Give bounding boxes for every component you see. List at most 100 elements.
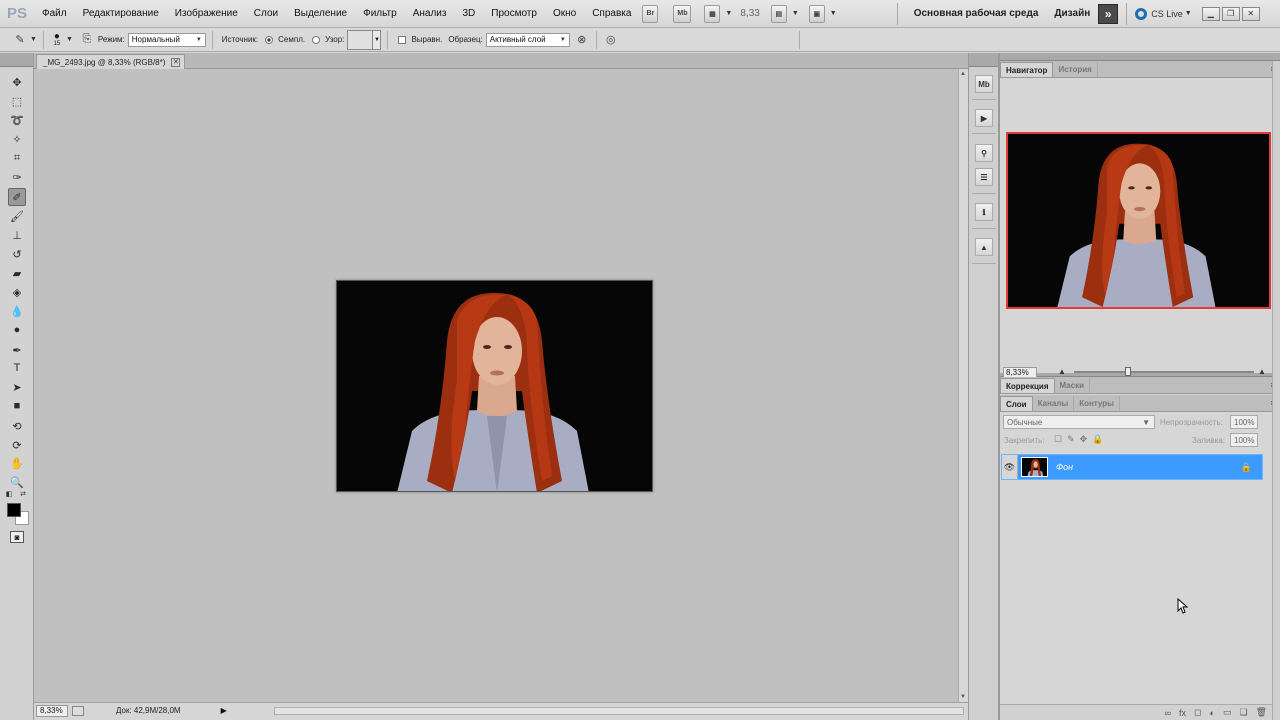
- menu-filter[interactable]: Фильтр: [355, 0, 405, 28]
- layer-style-icon[interactable]: fx: [1179, 708, 1186, 718]
- menu-help[interactable]: Справка: [584, 0, 639, 28]
- eyedropper-tool-icon[interactable]: ✑: [8, 168, 26, 186]
- close-icon[interactable]: ✕: [171, 57, 181, 67]
- pen-tool-icon[interactable]: ✒: [8, 341, 26, 359]
- foreground-color-swatch[interactable]: [7, 503, 21, 517]
- histogram-icon[interactable]: ▲: [975, 238, 993, 256]
- chevron-down-icon[interactable]: ▼: [792, 10, 799, 17]
- eraser-tool-icon[interactable]: ▰: [8, 264, 26, 282]
- dock-header[interactable]: [969, 53, 998, 67]
- path-selection-tool-icon[interactable]: ➤: [8, 378, 26, 396]
- bridge-button[interactable]: Br: [642, 4, 659, 23]
- restore-icon[interactable]: ❐: [1221, 6, 1240, 21]
- eye-icon[interactable]: 👁: [1002, 455, 1018, 479]
- quick-mask-icon[interactable]: ◙: [10, 531, 24, 543]
- screen-mode-icon[interactable]: ▣: [808, 4, 825, 23]
- healing-brush-tool-icon[interactable]: ✐: [8, 188, 26, 206]
- 3d-rotate-tool-icon[interactable]: ⟲: [8, 417, 26, 435]
- opacity-field[interactable]: 100%: [1230, 415, 1258, 429]
- sample-select[interactable]: Активный слой ▼: [485, 32, 570, 47]
- fill-field[interactable]: 100%: [1230, 433, 1258, 447]
- default-colors-icon[interactable]: ◧: [4, 489, 14, 499]
- sampled-radio[interactable]: [265, 35, 274, 44]
- marquee-tool-icon[interactable]: ⬚: [8, 92, 26, 110]
- view-extras-icon[interactable]: ▦: [704, 4, 721, 23]
- ignore-adjustment-layers-icon[interactable]: ⊗: [574, 32, 590, 48]
- layer-mask-icon[interactable]: ◻: [1194, 707, 1201, 718]
- move-tool-icon[interactable]: ✥: [8, 73, 26, 91]
- workspace-design[interactable]: Дизайн: [1054, 8, 1090, 19]
- crop-tool-icon[interactable]: ⌗: [8, 149, 26, 167]
- scroll-down-icon[interactable]: ▼: [960, 694, 966, 700]
- navigator-zoom-field[interactable]: 8,33%: [1003, 366, 1037, 378]
- info-icon[interactable]: ℹ: [975, 203, 993, 221]
- lasso-tool-icon[interactable]: ➰: [8, 111, 26, 129]
- tab-adjustments[interactable]: Коррекция: [1000, 378, 1055, 393]
- tab-history[interactable]: История: [1053, 62, 1098, 77]
- document-image[interactable]: [336, 280, 653, 492]
- cs-live-button[interactable]: CS Live ▼: [1135, 7, 1192, 20]
- type-tool-icon[interactable]: T: [8, 359, 26, 377]
- menu-view[interactable]: Просмотр: [483, 0, 545, 28]
- menu-window[interactable]: Окно: [545, 0, 584, 28]
- minibridge-button[interactable]: Mb: [673, 4, 692, 23]
- rectangle-tool-icon[interactable]: ■: [8, 397, 26, 415]
- aligned-checkbox[interactable]: [398, 35, 407, 44]
- quick-selection-tool-icon[interactable]: ✧: [8, 130, 26, 148]
- menu-analysis[interactable]: Анализ: [405, 0, 455, 28]
- close-window-icon[interactable]: ✕: [1241, 6, 1260, 21]
- canvas-area[interactable]: [34, 69, 958, 702]
- tab-channels[interactable]: Каналы: [1033, 396, 1075, 411]
- tab-layers[interactable]: Слои: [1000, 396, 1033, 411]
- status-zoom-field[interactable]: 8,33%: [36, 704, 68, 717]
- chevron-down-icon[interactable]: ▼: [830, 10, 837, 17]
- navigator-preview[interactable]: [1006, 132, 1271, 309]
- chevron-down-icon[interactable]: ▼: [30, 36, 37, 43]
- tab-masks[interactable]: Маски: [1055, 378, 1091, 393]
- zoom-in-icon[interactable]: ▲: [1258, 367, 1266, 376]
- menu-layers[interactable]: Слои: [246, 0, 286, 28]
- document-tab[interactable]: _MG_2493.jpg @ 8,33% (RGB/8*) ✕: [36, 54, 186, 69]
- 3d-orbit-tool-icon[interactable]: ⟳: [8, 436, 26, 454]
- zoom-level[interactable]: 8,33: [740, 8, 759, 19]
- pressure-icon[interactable]: ◎: [603, 32, 619, 48]
- workspace-essentials[interactable]: Основная рабочая среда: [914, 8, 1039, 19]
- brush-picker[interactable]: ● 15: [50, 32, 64, 48]
- menu-file[interactable]: Файл: [34, 0, 75, 28]
- workspace-expand-button[interactable]: »: [1098, 3, 1119, 24]
- mode-select[interactable]: Нормальный ▼: [127, 32, 206, 47]
- history-brush-tool-icon[interactable]: ↺: [8, 245, 26, 263]
- layer-row[interactable]: 👁 Фон 🔒: [1001, 454, 1263, 480]
- chevron-down-icon[interactable]: ▼: [373, 29, 382, 50]
- delete-layer-icon[interactable]: 🗑: [1256, 707, 1267, 718]
- blend-mode-select[interactable]: Обычные ▼: [1003, 415, 1155, 429]
- status-menu-arrow-icon[interactable]: ▶: [221, 706, 227, 715]
- mini-bridge-icon[interactable]: Mb: [975, 75, 993, 93]
- menu-image[interactable]: Изображение: [167, 0, 246, 28]
- pattern-swatch[interactable]: [347, 29, 374, 50]
- healing-brush-icon[interactable]: ✎: [12, 32, 28, 48]
- blur-tool-icon[interactable]: 💧: [8, 302, 26, 320]
- vertical-scrollbar[interactable]: ▲ ▼: [958, 69, 968, 702]
- tools-panel-header[interactable]: [0, 53, 33, 67]
- adjustment-layer-icon[interactable]: ◐: [1210, 708, 1215, 718]
- group-icon[interactable]: ▭: [1223, 707, 1232, 718]
- navigator-zoom-slider[interactable]: [1074, 371, 1254, 373]
- animation-icon[interactable]: ▶: [975, 109, 993, 127]
- link-layers-icon[interactable]: ∞: [1165, 708, 1171, 718]
- brush-tool-icon[interactable]: 🖌: [8, 207, 26, 225]
- new-layer-icon[interactable]: ❏: [1239, 707, 1247, 718]
- horizontal-scrollbar[interactable]: [274, 707, 964, 715]
- status-preview-icon[interactable]: [72, 705, 84, 716]
- menu-3d[interactable]: 3D: [454, 0, 483, 28]
- clone-source-panel-icon[interactable]: ⚲: [975, 144, 993, 162]
- menu-select[interactable]: Выделение: [286, 0, 355, 28]
- scroll-up-icon[interactable]: ▲: [960, 71, 966, 77]
- clone-stamp-tool-icon[interactable]: ⊥: [8, 226, 26, 244]
- menu-edit[interactable]: Редактирование: [75, 0, 167, 28]
- zoom-out-icon[interactable]: ▲: [1058, 367, 1066, 376]
- dodge-tool-icon[interactable]: ●: [8, 321, 26, 339]
- tool-presets-icon[interactable]: ☰: [975, 168, 993, 186]
- lock-icons[interactable]: ☐✎✥🔒: [1054, 434, 1108, 445]
- arrange-documents-icon[interactable]: ▤: [770, 4, 787, 23]
